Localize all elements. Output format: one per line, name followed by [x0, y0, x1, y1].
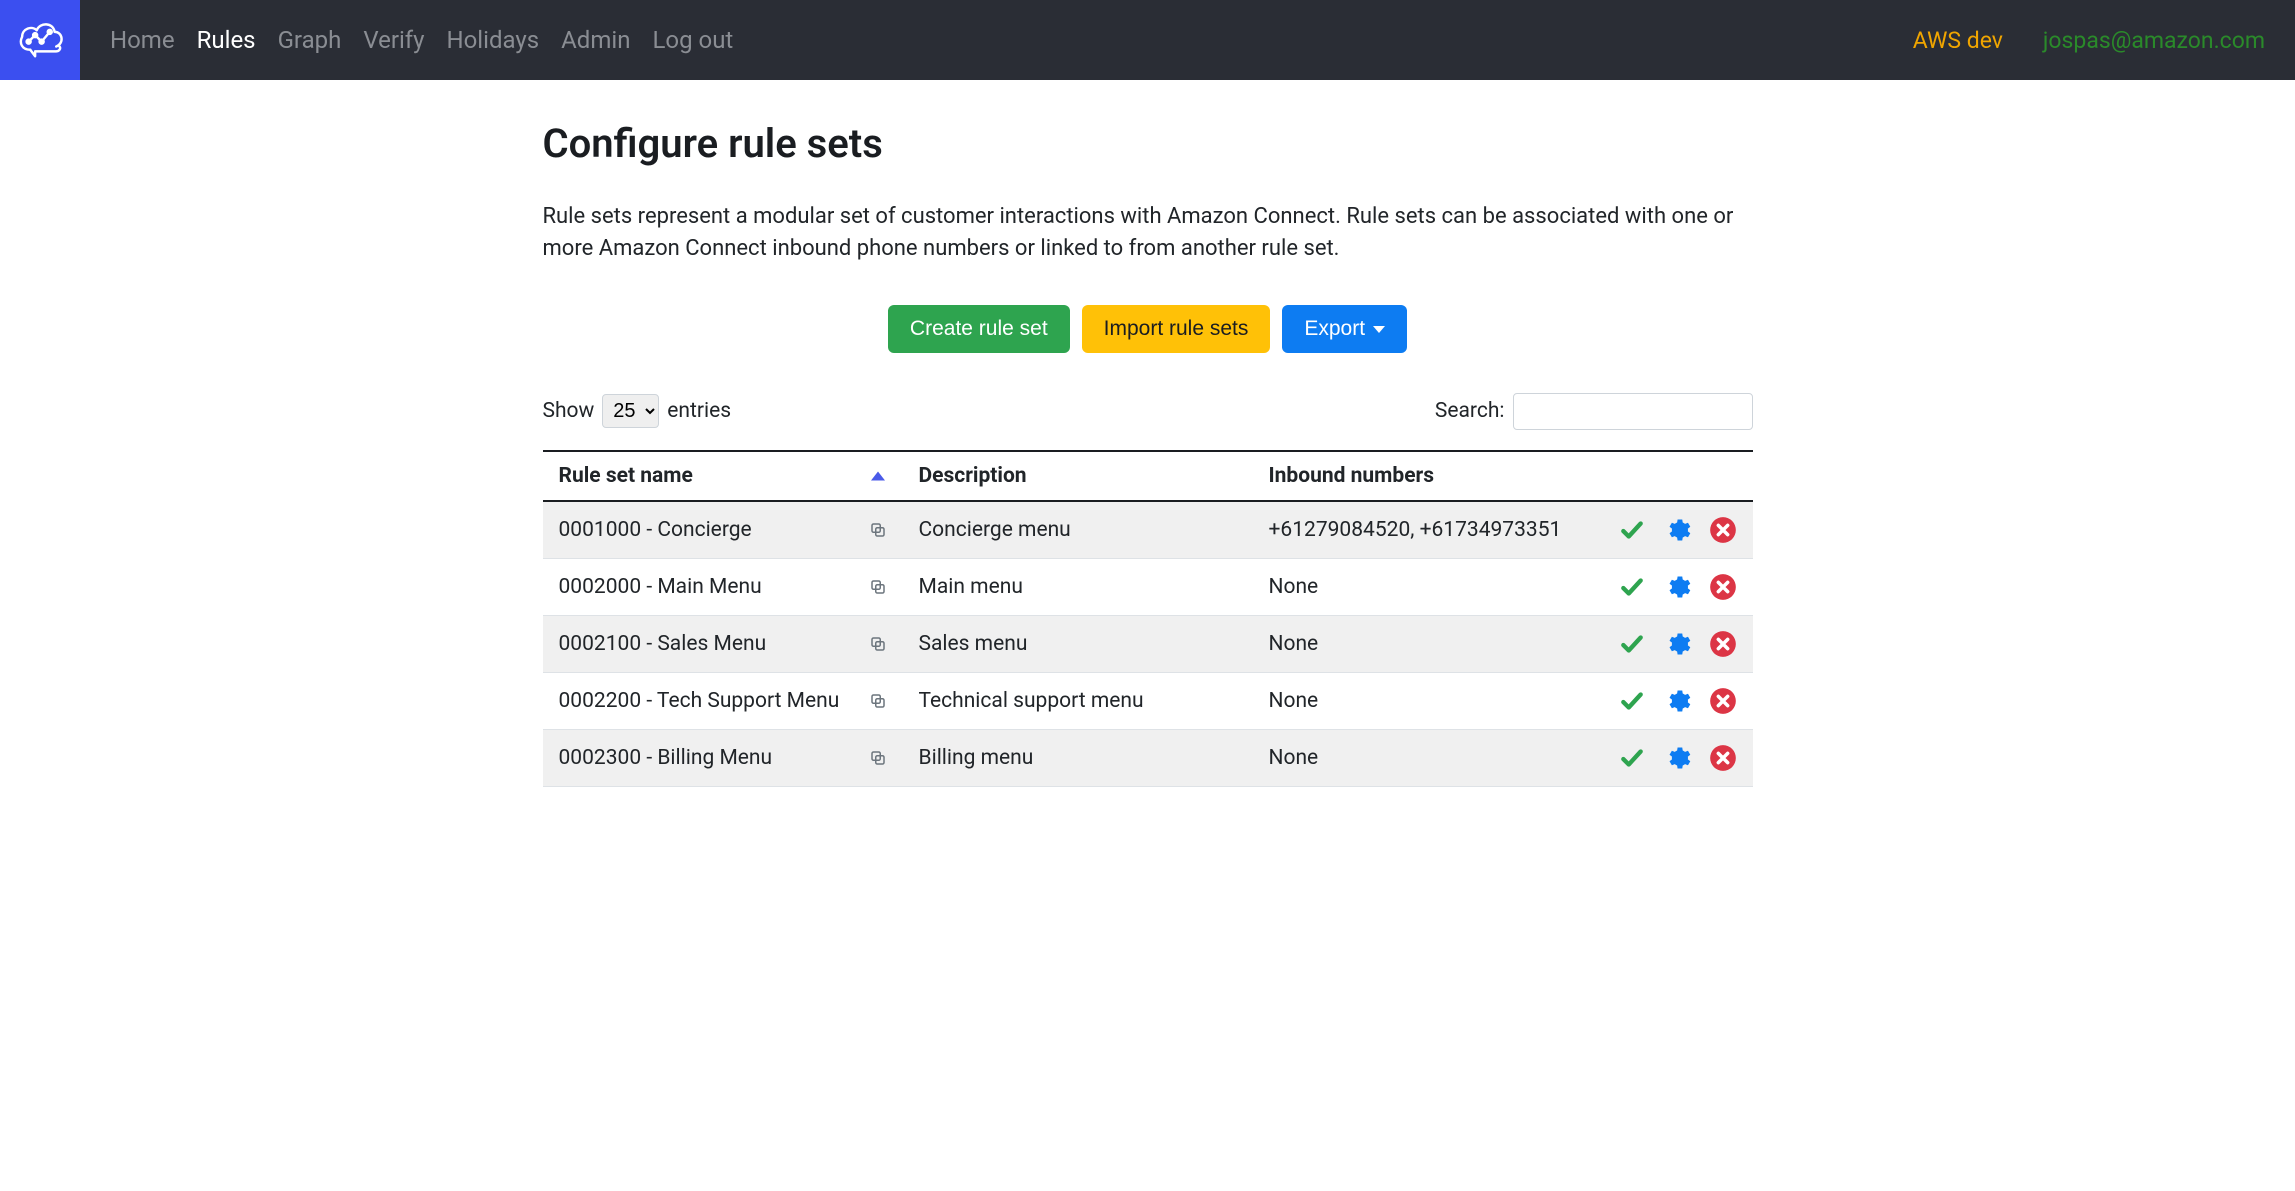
nav-link-log-out[interactable]: Log out	[652, 26, 733, 54]
rule-set-name: 0002100 - Sales Menu	[559, 632, 767, 656]
nav-link-admin[interactable]: Admin	[561, 26, 630, 54]
action-row: Create rule set Import rule sets Export	[543, 305, 1753, 353]
export-button-label: Export	[1304, 317, 1365, 341]
search-label: Search:	[1435, 399, 1505, 423]
copy-icon[interactable]	[869, 578, 887, 596]
page-description: Rule sets represent a modular set of cus…	[543, 201, 1753, 265]
table-controls: Show 25 entries Search:	[543, 393, 1753, 430]
nav-link-home[interactable]: Home	[110, 26, 175, 54]
gear-icon[interactable]	[1663, 630, 1691, 658]
gear-icon[interactable]	[1663, 687, 1691, 715]
col-name-label: Rule set name	[559, 464, 693, 488]
delete-icon[interactable]	[1709, 744, 1737, 772]
delete-icon[interactable]	[1709, 687, 1737, 715]
user-email: jospas@amazon.com	[2043, 27, 2265, 54]
col-rule-set-name[interactable]: Rule set name	[543, 451, 903, 501]
rule-set-name: 0002000 - Main Menu	[559, 575, 762, 599]
gear-icon[interactable]	[1663, 744, 1691, 772]
env-label: AWS dev	[1913, 27, 2003, 54]
nav-link-verify[interactable]: Verify	[363, 26, 424, 54]
entries-select[interactable]: 25	[602, 394, 659, 428]
delete-icon[interactable]	[1709, 630, 1737, 658]
gear-icon[interactable]	[1663, 516, 1691, 544]
inbound-numbers: None	[1253, 729, 1593, 786]
navbar: Home Rules Graph Verify Holidays Admin Log out…	[0, 0, 2295, 80]
nav-link-rules[interactable]: Rules	[197, 26, 256, 54]
show-label-post: entries	[667, 399, 731, 423]
table-row: 0002000 - Main Menu Main menuNone	[543, 558, 1753, 615]
check-icon[interactable]	[1619, 745, 1645, 771]
nav-link-holidays[interactable]: Holidays	[447, 26, 540, 54]
check-icon[interactable]	[1619, 631, 1645, 657]
rule-set-description: Sales menu	[903, 615, 1253, 672]
inbound-numbers: None	[1253, 615, 1593, 672]
rule-set-name: 0002300 - Billing Menu	[559, 746, 773, 770]
show-label-pre: Show	[543, 399, 595, 423]
col-inbound-numbers[interactable]: Inbound numbers	[1253, 451, 1593, 501]
inbound-numbers: None	[1253, 672, 1593, 729]
inbound-numbers: None	[1253, 558, 1593, 615]
col-description[interactable]: Description	[903, 451, 1253, 501]
copy-icon[interactable]	[869, 521, 887, 539]
table-row: 0002200 - Tech Support Menu Technical sup…	[543, 672, 1753, 729]
rule-set-description: Technical support menu	[903, 672, 1253, 729]
caret-down-icon	[1373, 326, 1385, 333]
table-row: 0002100 - Sales Menu Sales menuNone	[543, 615, 1753, 672]
check-icon[interactable]	[1619, 574, 1645, 600]
copy-icon[interactable]	[869, 635, 887, 653]
search-box: Search:	[1435, 393, 1753, 430]
check-icon[interactable]	[1619, 688, 1645, 714]
delete-icon[interactable]	[1709, 573, 1737, 601]
copy-icon[interactable]	[869, 749, 887, 767]
rule-set-description: Concierge menu	[903, 501, 1253, 559]
table-row: 0002300 - Billing Menu Billing menuNone	[543, 729, 1753, 786]
nav-links: Home Rules Graph Verify Holidays Admin Log out	[110, 26, 1913, 54]
sort-asc-icon	[871, 471, 885, 480]
rule-set-name: 0001000 - Concierge	[559, 518, 752, 542]
gear-icon[interactable]	[1663, 573, 1691, 601]
nav-link-graph[interactable]: Graph	[278, 26, 342, 54]
rule-sets-table: Rule set name Description Inbound number…	[543, 450, 1753, 787]
page-title: Configure rule sets	[543, 120, 1753, 167]
rule-set-name: 0002200 - Tech Support Menu	[559, 689, 840, 713]
rule-set-description: Main menu	[903, 558, 1253, 615]
nav-right: AWS dev jospas@amazon.com	[1913, 27, 2295, 54]
delete-icon[interactable]	[1709, 516, 1737, 544]
rule-set-description: Billing menu	[903, 729, 1253, 786]
table-row: 0001000 - Concierge Concierge menu+612790…	[543, 501, 1753, 559]
import-rule-sets-button[interactable]: Import rule sets	[1082, 305, 1271, 353]
inbound-numbers: +61279084520, +61734973351	[1253, 501, 1593, 559]
check-icon[interactable]	[1619, 517, 1645, 543]
create-rule-set-button[interactable]: Create rule set	[888, 305, 1070, 353]
export-dropdown-button[interactable]: Export	[1282, 305, 1407, 353]
show-entries: Show 25 entries	[543, 394, 732, 428]
search-input[interactable]	[1513, 393, 1753, 430]
col-actions	[1593, 451, 1753, 501]
copy-icon[interactable]	[869, 692, 887, 710]
logo[interactable]	[0, 0, 80, 80]
